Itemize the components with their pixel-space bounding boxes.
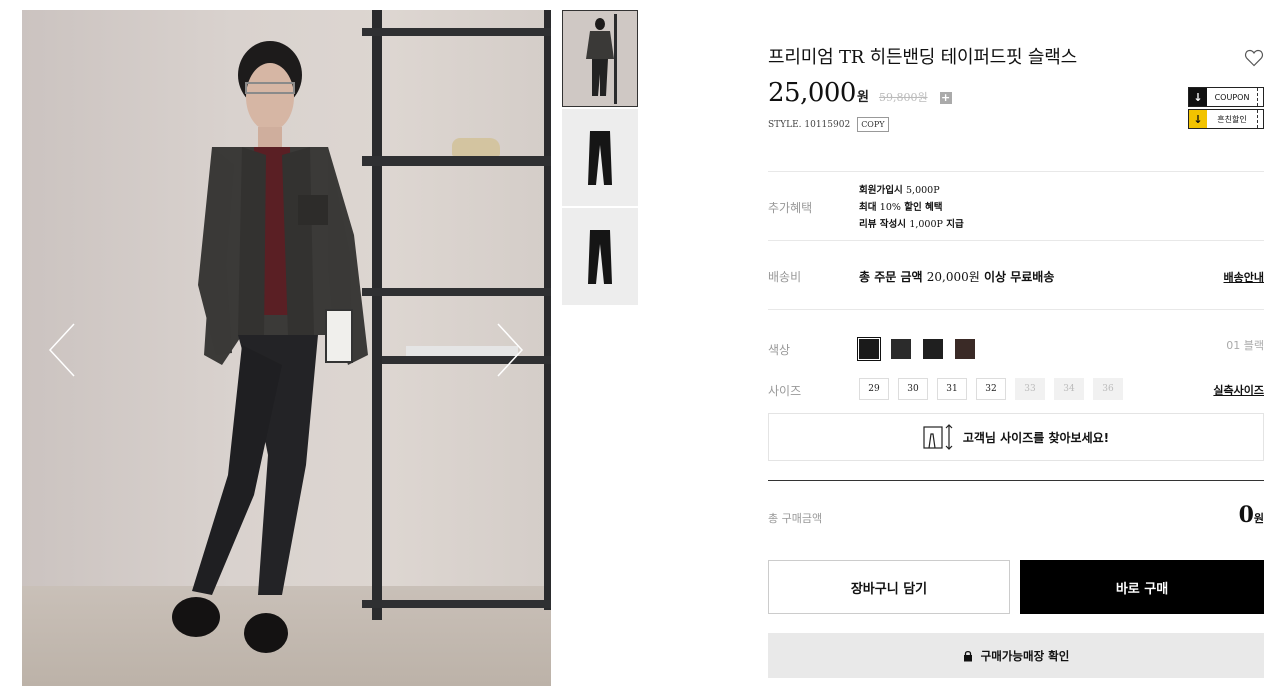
shelf-board xyxy=(362,288,551,296)
size-chart-link[interactable]: 실측사이즈 xyxy=(1213,382,1264,398)
slacks-front-image xyxy=(588,130,612,185)
shelf-post-right xyxy=(544,10,551,610)
friend-discount-label: 흔친할인 xyxy=(1217,114,1247,124)
coupon-label: COUPON xyxy=(1214,92,1250,102)
shipping-suffix: 이상 무료배송 xyxy=(983,270,1055,284)
size-option[interactable]: 29 xyxy=(859,378,889,400)
selected-color-name: 01 블랙 xyxy=(1226,339,1264,352)
shipping-prefix: 총 주문 금액 xyxy=(859,270,923,284)
sale-price: 25,000 xyxy=(768,78,856,108)
benefit-text: 리뷰 작성시 xyxy=(859,219,907,230)
shelf-board xyxy=(362,600,551,608)
product-title: 프리미엄 TR 히든밴딩 테이퍼드핏 슬랙스 xyxy=(768,47,1078,68)
benefit-value: 1,000P xyxy=(909,219,943,230)
size-finder-label: 고객님 사이즈를 찾아보세요! xyxy=(962,430,1110,445)
color-swatch-black[interactable] xyxy=(857,337,881,361)
shelf-board xyxy=(362,156,551,166)
benefit-item: 회원가입시 5,000P xyxy=(859,182,964,199)
wishlist-button[interactable] xyxy=(1244,48,1264,68)
store-availability-label: 구매가능매장 확인 xyxy=(980,648,1070,663)
total-unit: 원 xyxy=(1253,512,1264,525)
buy-now-button[interactable]: 바로 구매 xyxy=(1020,560,1264,614)
size-options: 29 30 31 32 33 34 36 xyxy=(859,378,1123,400)
thumbnail-model[interactable] xyxy=(562,10,638,107)
prev-image-button[interactable] xyxy=(46,322,80,378)
style-code: STYLE. 10115902 xyxy=(768,119,851,130)
benefits-label: 추가혜택 xyxy=(768,201,813,215)
size-option[interactable]: 31 xyxy=(937,378,967,400)
size-option[interactable]: 32 xyxy=(976,378,1006,400)
benefit-suffix: 할인 혜택 xyxy=(904,202,943,213)
divider xyxy=(768,240,1264,241)
price-detail-button[interactable]: + xyxy=(939,92,952,104)
coupon-download-button[interactable]: ↓ COUPON xyxy=(1188,87,1264,107)
total-divider xyxy=(768,480,1264,481)
shelf-object xyxy=(452,138,500,156)
coupon-notch xyxy=(1257,110,1263,128)
benefit-item: 리뷰 작성시 1,000P 지급 xyxy=(859,216,964,233)
model-figure xyxy=(172,41,368,653)
product-info-panel: 프리미엄 TR 히든밴딩 테이퍼드핏 슬랙스 25,000 원 59,800원 … xyxy=(768,0,1264,698)
size-option-soldout: 36 xyxy=(1093,378,1123,400)
thumbnail-front[interactable] xyxy=(562,109,638,206)
download-icon: ↓ xyxy=(1189,110,1207,128)
size-option-soldout: 34 xyxy=(1054,378,1084,400)
divider xyxy=(768,309,1264,310)
shelf-board xyxy=(362,28,551,36)
color-swatch-navy[interactable] xyxy=(923,339,943,359)
divider xyxy=(768,171,1264,172)
color-label: 색상 xyxy=(768,343,791,357)
slacks-back-image xyxy=(588,229,612,284)
coupon-notch xyxy=(1257,88,1263,106)
benefit-suffix: 지급 xyxy=(946,219,964,230)
thumbnail-back[interactable] xyxy=(562,208,638,305)
color-swatches xyxy=(857,337,975,361)
next-image-button[interactable] xyxy=(492,322,526,378)
chevron-right-icon xyxy=(497,323,524,377)
shipping-info: 총 주문 금액 20,000원 이상 무료배송 xyxy=(859,268,1054,285)
size-option-soldout: 33 xyxy=(1015,378,1045,400)
total-price: 0원 xyxy=(1239,502,1264,528)
shipping-label: 배송비 xyxy=(768,270,802,284)
price-unit: 원 xyxy=(856,90,869,105)
size-finder-button[interactable]: 고객님 사이즈를 찾아보세요! xyxy=(768,413,1264,461)
store-availability-button[interactable]: 구매가능매장 확인 xyxy=(768,633,1264,678)
friend-discount-button[interactable]: ↓ 흔친할인 xyxy=(1188,109,1264,129)
price-row: 25,000 원 59,800원 + xyxy=(768,78,952,108)
color-swatch-charcoal[interactable] xyxy=(891,339,911,359)
total-label: 총 구매금액 xyxy=(768,512,823,525)
shipping-amount: 20,000원 xyxy=(926,270,980,284)
benefits-list: 회원가입시 5,000P 최대 10% 할인 혜택 리뷰 작성시 1,000P … xyxy=(859,182,964,233)
chevron-left-icon xyxy=(48,323,75,377)
download-icon: ↓ xyxy=(1189,88,1207,106)
benefit-item: 최대 10% 할인 혜택 xyxy=(859,199,964,216)
style-code-row: STYLE. 10115902 COPY xyxy=(768,117,889,132)
heart-icon xyxy=(1244,49,1264,67)
total-amount: 0 xyxy=(1238,502,1254,528)
copy-button[interactable]: COPY xyxy=(857,117,889,132)
size-label: 사이즈 xyxy=(768,384,802,398)
shipping-guide-link[interactable]: 배송안내 xyxy=(1224,269,1264,285)
original-price: 59,800원 xyxy=(878,91,928,104)
color-swatch-brown[interactable] xyxy=(955,339,975,359)
coupon-stack: ↓ COUPON ↓ 흔친할인 xyxy=(1188,87,1264,131)
main-product-image xyxy=(22,10,551,686)
add-to-cart-button[interactable]: 장바구니 담기 xyxy=(768,560,1010,614)
thumbnail-list xyxy=(562,10,638,307)
benefit-text: 최대 xyxy=(859,202,877,213)
benefit-value: 5,000P xyxy=(906,185,940,196)
size-option[interactable]: 30 xyxy=(898,378,928,400)
benefit-value: 10% xyxy=(879,202,901,213)
size-measure-icon xyxy=(923,424,953,450)
benefit-text: 회원가입시 xyxy=(859,185,903,196)
lock-icon xyxy=(963,650,972,661)
model-thumbnail-image xyxy=(586,13,617,104)
